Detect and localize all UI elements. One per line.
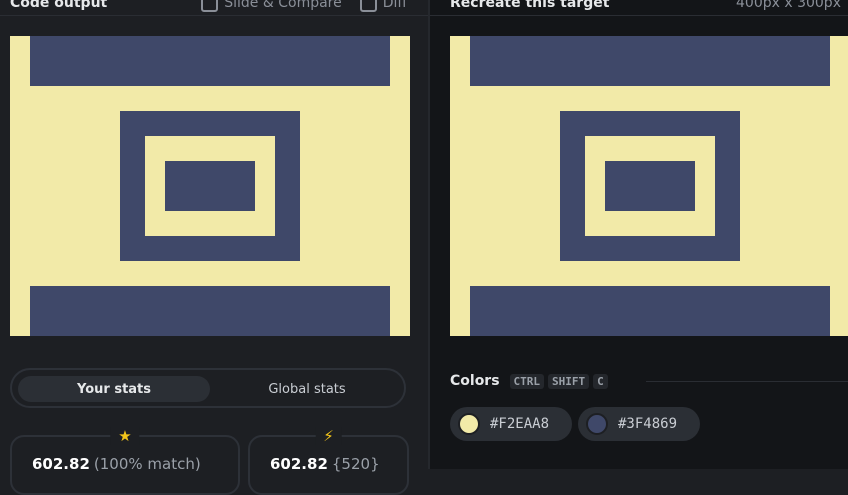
chars-score-value: 602.82	[270, 455, 328, 473]
center-rect-shape	[165, 161, 255, 211]
chars-card: ⚡ 602.82 {520}	[248, 427, 409, 495]
colors-divider	[646, 381, 848, 382]
target-canvas[interactable]	[450, 36, 848, 336]
diff-toggle[interactable]: Diff	[359, 0, 408, 12]
navy-color-dot	[586, 413, 608, 435]
code-output-canvas[interactable]	[10, 36, 410, 336]
score-line: 602.82 (100% match)	[32, 455, 201, 473]
diff-checkbox[interactable]	[359, 0, 377, 12]
ctrl-key: CTRL	[509, 373, 545, 389]
target-bottom-bar-shape	[470, 286, 830, 336]
tab-your-stats[interactable]: Your stats	[18, 376, 210, 402]
colors-label: Colors	[450, 373, 500, 389]
target-header-divider	[430, 15, 848, 16]
top-bar-shape	[30, 36, 390, 86]
chars-line: 602.82 {520}	[270, 455, 380, 473]
color-swatch-navy[interactable]: #3F4869	[578, 407, 700, 441]
diff-label: Diff	[382, 0, 408, 11]
code-output-pane: Code output Slide & Compare Diff Your st…	[0, 0, 428, 495]
score-value: 602.82	[32, 455, 90, 473]
bolt-icon: ⚡	[315, 427, 342, 445]
navy-hex-label: #3F4869	[618, 416, 678, 432]
star-icon: ★	[110, 427, 140, 445]
target-title: Recreate this target	[450, 0, 610, 11]
target-top-bar-shape	[470, 36, 830, 86]
output-header: Code output Slide & Compare Diff	[10, 0, 407, 15]
slide-compare-toggle[interactable]: Slide & Compare	[201, 0, 342, 12]
color-swatch-cream[interactable]: #F2EAA8	[450, 407, 572, 441]
target-center-rect-shape	[605, 161, 695, 211]
match-percent: (100% match)	[93, 455, 201, 473]
slide-compare-checkbox[interactable]	[201, 0, 219, 12]
cream-color-dot	[458, 413, 480, 435]
score-card: ★ 602.82 (100% match)	[10, 427, 240, 495]
shift-key: SHIFT	[548, 373, 590, 389]
char-count: {520}	[331, 455, 380, 473]
c-key: C	[593, 373, 608, 389]
bottom-bar-shape	[30, 286, 390, 336]
target-header: Recreate this target 400px x 300px	[450, 0, 848, 15]
target-size: 400px x 300px	[736, 0, 841, 11]
cream-hex-label: #F2EAA8	[490, 416, 550, 432]
tab-global-stats[interactable]: Global stats	[212, 376, 402, 402]
stats-tabs: Your stats Global stats	[10, 368, 406, 408]
slide-compare-label: Slide & Compare	[224, 0, 342, 11]
header-divider	[0, 15, 428, 16]
colors-heading: Colors CTRL SHIFT C	[450, 373, 608, 389]
output-title: Code output	[10, 0, 108, 11]
target-pane: Recreate this target 400px x 300px	[430, 0, 848, 469]
